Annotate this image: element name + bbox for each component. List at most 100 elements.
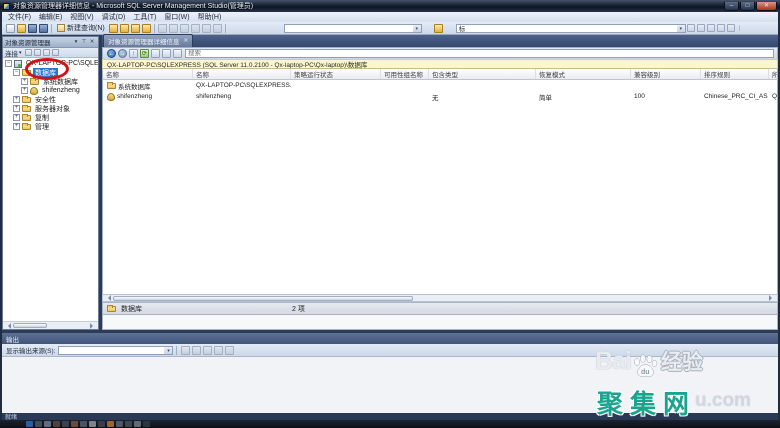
column-header-name[interactable]: 名称 bbox=[103, 69, 193, 79]
taskbar-icon[interactable] bbox=[35, 421, 42, 427]
scroll-left-icon[interactable] bbox=[105, 295, 111, 301]
expander-icon[interactable]: + bbox=[21, 87, 28, 94]
taskbar-icon[interactable] bbox=[116, 421, 123, 427]
column-header-owner[interactable]: 所有者 bbox=[769, 69, 777, 79]
connect-button[interactable]: 连接 ▾ bbox=[5, 48, 24, 58]
taskbar-icon[interactable] bbox=[107, 421, 114, 427]
expander-icon[interactable]: + bbox=[13, 123, 20, 130]
tab-close-icon[interactable]: ✕ bbox=[184, 38, 189, 44]
back-icon[interactable]: ← bbox=[107, 49, 116, 58]
delete-icon[interactable] bbox=[151, 49, 160, 58]
taskbar-icon[interactable] bbox=[143, 421, 150, 427]
open-query-icon[interactable] bbox=[109, 24, 118, 33]
save-icon[interactable] bbox=[28, 24, 37, 33]
window-position-icon[interactable]: ▾ bbox=[72, 38, 80, 46]
refresh-icon[interactable]: ⟳ bbox=[140, 49, 149, 58]
expander-icon[interactable]: + bbox=[13, 105, 20, 112]
debug-icon[interactable] bbox=[687, 24, 695, 32]
column-header-policy-state[interactable]: 策略运行状态 bbox=[291, 69, 381, 79]
horizontal-scrollbar[interactable] bbox=[3, 321, 98, 329]
auto-hide-pin-icon[interactable]: ⊤ bbox=[80, 38, 88, 46]
close-button[interactable]: ✕ bbox=[756, 2, 777, 11]
column-header-compat-level[interactable]: 兼容级别 bbox=[631, 69, 701, 79]
search-input[interactable] bbox=[185, 49, 774, 58]
breadcrumb[interactable]: QX-LAPTOP-PC\SQLEXPRESS (SQL Server 11.0… bbox=[102, 59, 778, 69]
forward-icon[interactable]: → bbox=[118, 49, 127, 58]
expander-icon[interactable]: − bbox=[13, 69, 20, 76]
toggle-output-icon[interactable] bbox=[225, 346, 234, 355]
menu-edit[interactable]: 编辑(E) bbox=[35, 12, 66, 22]
column-header-recovery-model[interactable]: 恢复模式 bbox=[536, 69, 631, 79]
column-header-containment[interactable]: 包含类型 bbox=[429, 69, 536, 79]
scrollbar-thumb[interactable] bbox=[13, 323, 47, 328]
activity-monitor-icon[interactable] bbox=[142, 24, 151, 33]
taskbar-icon[interactable] bbox=[71, 421, 78, 427]
column-header-name2[interactable]: 名称 bbox=[193, 69, 291, 79]
taskbar-icon[interactable] bbox=[62, 421, 69, 427]
toolbar-combo-1[interactable]: ▾ bbox=[284, 24, 422, 33]
menu-file[interactable]: 文件(F) bbox=[4, 12, 35, 22]
menu-view[interactable]: 视图(V) bbox=[66, 12, 97, 22]
columns-icon[interactable] bbox=[173, 49, 182, 58]
new-item-icon[interactable] bbox=[6, 24, 15, 33]
windows-taskbar[interactable] bbox=[0, 420, 780, 428]
chevron-down-icon[interactable]: ▾ bbox=[164, 347, 172, 354]
toolbar-overflow-icon[interactable]: ⋮ bbox=[737, 25, 743, 32]
column-header-availability-group[interactable]: 可用性组名称 bbox=[381, 69, 429, 79]
taskbar-icon[interactable] bbox=[134, 421, 141, 427]
wordwrap-icon[interactable] bbox=[214, 346, 223, 355]
menu-help[interactable]: 帮助(H) bbox=[194, 12, 226, 22]
goto-message-icon[interactable] bbox=[192, 346, 201, 355]
print-icon[interactable] bbox=[213, 24, 222, 33]
scrollbar-thumb[interactable] bbox=[113, 296, 413, 301]
menu-tools[interactable]: 工具(T) bbox=[129, 12, 160, 22]
data-tools-icon[interactable] bbox=[131, 24, 140, 33]
taskbar-icon[interactable] bbox=[44, 421, 51, 427]
scroll-right-icon[interactable] bbox=[90, 323, 96, 329]
taskbar-icon[interactable] bbox=[98, 421, 105, 427]
output-source-combo[interactable]: ▾ bbox=[58, 346, 173, 355]
report-icon[interactable] bbox=[162, 49, 171, 58]
expander-icon[interactable]: − bbox=[5, 60, 12, 67]
results-grid-icon[interactable] bbox=[717, 24, 725, 32]
output-titlebar[interactable]: 输出 bbox=[2, 333, 778, 344]
menu-window[interactable]: 窗口(W) bbox=[160, 12, 193, 22]
chevron-down-icon[interactable]: ▾ bbox=[677, 25, 685, 32]
scroll-left-icon[interactable] bbox=[5, 323, 11, 329]
parse-icon[interactable] bbox=[697, 24, 705, 32]
paste-icon[interactable] bbox=[180, 24, 189, 33]
horizontal-scrollbar[interactable] bbox=[102, 294, 778, 302]
close-icon[interactable]: ✕ bbox=[88, 38, 96, 46]
expander-icon[interactable]: + bbox=[21, 78, 28, 85]
refresh-icon[interactable] bbox=[43, 49, 50, 56]
taskbar-icon[interactable] bbox=[53, 421, 60, 427]
taskbar-icon[interactable] bbox=[125, 421, 132, 427]
disconnect-icon[interactable] bbox=[25, 49, 32, 56]
taskbar-icon[interactable] bbox=[80, 421, 87, 427]
taskbar-icon[interactable] bbox=[26, 421, 33, 427]
column-header-collation[interactable]: 排序规则 bbox=[701, 69, 769, 79]
results-text-icon[interactable] bbox=[727, 24, 735, 32]
save-all-icon[interactable] bbox=[39, 24, 48, 33]
find-message-icon[interactable] bbox=[181, 346, 190, 355]
new-query-button[interactable]: 新建查询(N) bbox=[54, 23, 108, 33]
cancel-query-icon[interactable] bbox=[707, 24, 715, 32]
taskbar-icon[interactable] bbox=[89, 421, 96, 427]
scroll-right-icon[interactable] bbox=[769, 295, 775, 301]
stop-icon[interactable] bbox=[34, 49, 41, 56]
redo-icon[interactable] bbox=[202, 24, 211, 33]
clear-all-icon[interactable] bbox=[203, 346, 212, 355]
minimize-button[interactable]: – bbox=[724, 2, 739, 11]
chevron-down-icon[interactable]: ▾ bbox=[413, 25, 421, 32]
menu-debug[interactable]: 调试(D) bbox=[98, 12, 130, 22]
execute-icon[interactable] bbox=[434, 24, 443, 33]
open-file-icon[interactable] bbox=[17, 24, 26, 33]
expander-icon[interactable]: + bbox=[13, 114, 20, 121]
copy-icon[interactable] bbox=[169, 24, 178, 33]
filter-icon[interactable] bbox=[52, 49, 59, 56]
undo-icon[interactable] bbox=[191, 24, 200, 33]
maximize-button[interactable]: □ bbox=[740, 2, 755, 11]
toolbar-combo-2[interactable]: 标 ▾ bbox=[456, 24, 686, 33]
expander-icon[interactable]: + bbox=[13, 96, 20, 103]
up-icon[interactable]: ↑ bbox=[129, 49, 138, 58]
